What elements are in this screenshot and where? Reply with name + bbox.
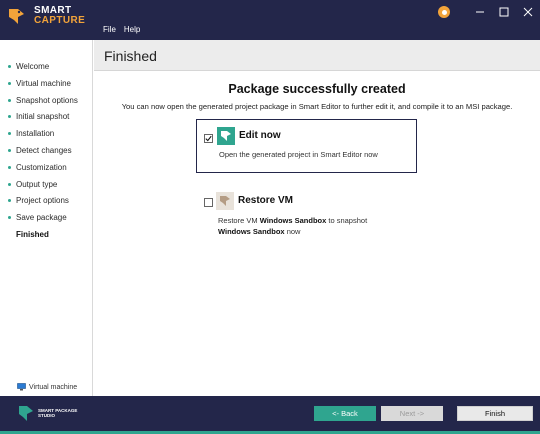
edit-now-description: Open the generated project in Smart Edit… <box>219 150 378 159</box>
step-dot-icon <box>8 183 11 186</box>
brand-text: SMART PACKAGE STUDIO <box>38 408 77 418</box>
step-label: Installation <box>16 129 55 138</box>
back-button[interactable]: <- Back <box>314 406 376 421</box>
step-dot-icon <box>8 115 11 118</box>
step-initial-snapshot[interactable]: Initial snapshot <box>8 112 69 121</box>
step-customization[interactable]: Customization <box>8 163 67 172</box>
success-heading: Package successfully created <box>228 82 406 96</box>
restore-vm-desc-middle: to snapshot <box>326 216 368 225</box>
step-label: Finished <box>16 230 49 239</box>
edit-now-title: Edit now <box>239 130 281 141</box>
app-logo: SMART CAPTURE <box>6 5 85 27</box>
restore-vm-description: Restore VM Windows Sandbox to snapshot Wi… <box>218 215 367 237</box>
footer-brand: SMART PACKAGE STUDIO <box>18 404 77 422</box>
step-output-type[interactable]: Output type <box>8 180 57 189</box>
restore-vm-snapshot-name: Windows Sandbox <box>218 227 285 236</box>
wizard-steps-sidebar: Welcome Virtual machine Snapshot options… <box>0 40 93 396</box>
step-label: Save package <box>16 213 67 222</box>
step-label: Initial snapshot <box>16 112 70 121</box>
close-button[interactable] <box>516 0 540 24</box>
title-bar: SMART CAPTURE File Help <box>0 0 540 40</box>
close-icon <box>523 7 533 17</box>
restore-vm-title: Restore VM <box>238 195 294 206</box>
vm-status-label: Virtual machine <box>29 383 78 391</box>
restore-vm-icon <box>216 192 234 210</box>
checkmark-icon <box>205 135 212 142</box>
menu-file[interactable]: File <box>103 25 116 34</box>
edit-now-option[interactable]: Edit now Open the generated project in S… <box>196 119 417 173</box>
step-label: Output type <box>16 180 58 189</box>
user-avatar-icon[interactable] <box>438 6 450 18</box>
menu-help[interactable]: Help <box>124 25 140 34</box>
restore-vm-desc-prefix: Restore VM <box>218 216 260 225</box>
restore-vm-vm-name: Windows Sandbox <box>259 216 327 225</box>
restore-vm-checkbox[interactable] <box>204 198 213 207</box>
next-button[interactable]: Next -> <box>381 406 443 421</box>
step-snapshot-options[interactable]: Snapshot options <box>8 96 78 105</box>
maximize-button[interactable] <box>492 0 516 24</box>
vm-status: Virtual machine <box>17 383 77 391</box>
edit-now-checkbox[interactable] <box>204 134 213 143</box>
vm-monitor-icon <box>17 383 26 391</box>
finish-button[interactable]: Finish <box>457 406 533 421</box>
step-label: Snapshot options <box>16 96 78 105</box>
step-dot-icon <box>8 166 11 169</box>
smart-package-studio-logo-icon <box>19 406 33 421</box>
minimize-button[interactable] <box>468 0 492 24</box>
step-dot-icon <box>8 65 11 68</box>
step-finished[interactable]: Finished <box>16 230 49 239</box>
step-welcome[interactable]: Welcome <box>8 62 49 71</box>
step-save-package[interactable]: Save package <box>8 213 67 222</box>
step-label: Project options <box>16 196 69 205</box>
step-dot-icon <box>8 216 11 219</box>
window-controls <box>438 0 540 24</box>
step-virtual-machine[interactable]: Virtual machine <box>8 79 71 88</box>
step-dot-icon <box>8 149 11 152</box>
smart-editor-icon <box>217 127 235 145</box>
step-dot-icon <box>8 82 11 85</box>
main-content: Finished Package successfully created Yo… <box>94 40 540 396</box>
step-label: Detect changes <box>16 146 72 155</box>
step-dot-icon <box>8 199 11 202</box>
step-project-options[interactable]: Project options <box>8 196 69 205</box>
brand-line2: STUDIO <box>38 413 56 418</box>
step-label: Welcome <box>16 62 50 71</box>
bird-logo-icon <box>9 9 24 24</box>
step-dot-icon <box>8 99 11 102</box>
step-installation[interactable]: Installation <box>8 129 54 138</box>
minimize-icon <box>476 11 484 13</box>
menu-bar: File Help <box>103 25 140 34</box>
app-name-line2: CAPTURE <box>34 15 86 26</box>
page-header: Finished <box>94 40 540 71</box>
restore-vm-desc-suffix: now <box>284 227 301 236</box>
success-description: You can now open the generated project p… <box>121 102 513 111</box>
step-label: Virtual machine <box>16 79 71 88</box>
page-title: Finished <box>104 48 157 64</box>
step-label: Customization <box>16 163 67 172</box>
footer-bar: SMART PACKAGE STUDIO <- Back Next -> Fin… <box>0 396 540 434</box>
maximize-icon <box>499 7 509 17</box>
step-dot-icon <box>8 132 11 135</box>
step-detect-changes[interactable]: Detect changes <box>8 146 72 155</box>
app-name: SMART CAPTURE <box>34 6 85 26</box>
